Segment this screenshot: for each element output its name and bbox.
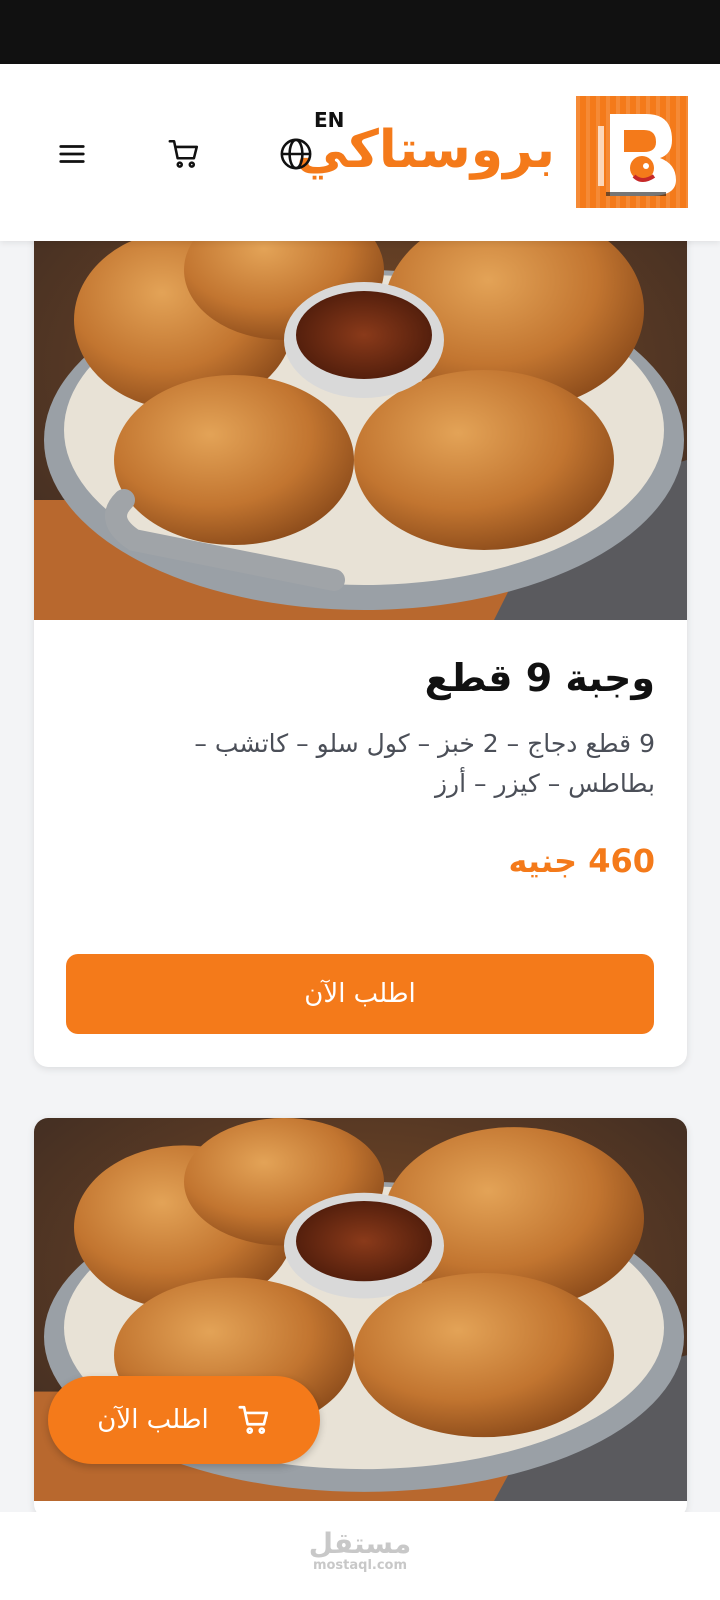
watermark-arabic: مستقل <box>308 1527 412 1560</box>
cart-icon <box>168 139 199 168</box>
globe-icon <box>280 138 312 170</box>
product-card: وجبة 9 قطع 9 قطع دجاج – 2 خبز – كول سلو … <box>34 200 687 1067</box>
product-details: وجبة 9 قطع 9 قطع دجاج – 2 خبز – كول سلو … <box>34 620 687 1067</box>
product-image <box>34 200 687 620</box>
order-now-button[interactable]: اطلب الآن <box>66 954 654 1034</box>
product-description: 9 قطع دجاج – 2 خبز – كول سلو – كاتشب – ب… <box>194 729 655 798</box>
language-toggle-label[interactable]: EN <box>314 108 344 132</box>
watermark: مستقل mostaql.com <box>300 1530 420 1574</box>
watermark-latin: mostaql.com <box>312 1558 408 1573</box>
language-button[interactable] <box>272 130 320 178</box>
floating-order-label: اطلب الآن <box>97 1405 209 1435</box>
menu-button[interactable] <box>48 130 96 178</box>
brand-logo[interactable] <box>576 96 688 208</box>
cart-icon <box>238 1405 268 1434</box>
cart-button[interactable] <box>160 130 208 178</box>
status-bar <box>0 0 720 64</box>
floating-order-button[interactable]: اطلب الآن <box>48 1376 320 1464</box>
menu-icon <box>59 145 85 163</box>
app-header: بروستاكي EN <box>0 64 720 241</box>
product-title: وجبة 9 قطع <box>424 656 655 700</box>
product-price: 460 جنيه <box>508 842 655 880</box>
